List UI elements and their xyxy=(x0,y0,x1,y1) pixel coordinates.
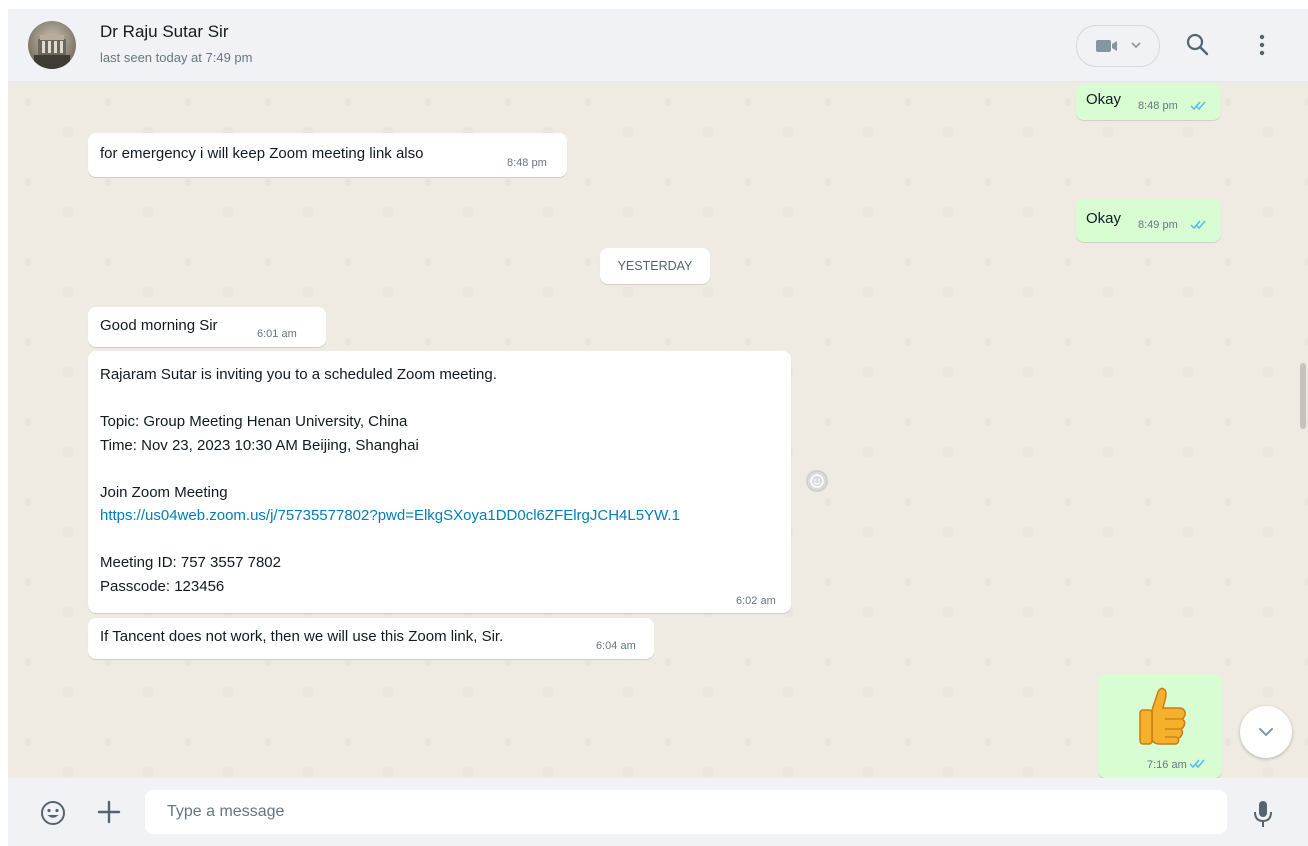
message-outgoing[interactable]: Okay 8:49 pm xyxy=(1076,199,1221,242)
video-call-button[interactable] xyxy=(1076,25,1160,67)
message-line: Join Zoom Meeting xyxy=(100,483,228,501)
scroll-to-bottom-button[interactable] xyxy=(1240,706,1292,758)
message-incoming[interactable]: Good morning Sir 6:01 am xyxy=(88,307,326,347)
menu-icon[interactable] xyxy=(1250,31,1274,59)
chevron-down-icon xyxy=(1259,728,1273,737)
message-text: Good morning Sir xyxy=(100,317,218,334)
message-line: Passcode: 123456 xyxy=(100,577,225,595)
search-icon[interactable] xyxy=(1184,31,1212,59)
message-time: 6:02 am xyxy=(736,595,776,607)
emoji-icon[interactable] xyxy=(39,799,67,827)
message-incoming[interactable]: for emergency i will keep Zoom meeting l… xyxy=(88,133,567,177)
whatsapp-chat-window: Dr Raju Sutar Sir last seen today at 7:4… xyxy=(8,9,1308,846)
message-time: 8:48 pm xyxy=(1138,100,1178,112)
message-incoming[interactable]: If Tancent does not work, then we will u… xyxy=(88,618,654,659)
message-text: for emergency i will keep Zoom meeting l… xyxy=(100,145,424,162)
last-seen-status: last seen today at 7:49 pm xyxy=(100,50,253,65)
read-ticks-icon xyxy=(1190,220,1206,230)
thumbs-up-emoji xyxy=(1139,687,1186,745)
message-body: Rajaram Sutar is inviting you to a sched… xyxy=(100,363,680,598)
message-time: 6:01 am xyxy=(257,328,297,340)
avatar[interactable] xyxy=(28,21,76,69)
message-line xyxy=(100,387,680,411)
plus-icon[interactable] xyxy=(96,799,122,825)
contact-name[interactable]: Dr Raju Sutar Sir xyxy=(100,22,228,42)
message-line: Meeting ID: 757 3557 7802 xyxy=(100,554,281,571)
scrollbar-thumb[interactable] xyxy=(1300,363,1306,429)
date-divider: YESTERDAY xyxy=(600,248,710,284)
message-line: Time: Nov 23, 2023 10:30 AM Beijing, Sha… xyxy=(100,436,419,454)
message-composer xyxy=(8,778,1308,846)
message-line: Topic: Group Meeting Henan University, C… xyxy=(100,413,408,430)
message-time: 7:16 am xyxy=(1147,759,1187,771)
message-outgoing-sticker[interactable]: 7:16 am xyxy=(1098,674,1222,778)
message-incoming-zoom-invite[interactable]: Rajaram Sutar is inviting you to a sched… xyxy=(88,351,791,613)
message-time: 8:49 pm xyxy=(1138,219,1178,231)
reaction-button[interactable] xyxy=(806,470,828,492)
message-text: Okay xyxy=(1086,210,1122,227)
read-ticks-icon xyxy=(1190,101,1206,111)
chat-header: Dr Raju Sutar Sir last seen today at 7:4… xyxy=(8,9,1308,82)
message-text: If Tancent does not work, then we will u… xyxy=(100,628,504,645)
read-ticks-icon xyxy=(1189,759,1205,769)
message-line: Rajaram Sutar is inviting you to a sched… xyxy=(100,366,497,383)
message-outgoing[interactable]: Okay 8:48 pm xyxy=(1076,84,1221,120)
avatar-image xyxy=(34,35,70,69)
reaction-icon xyxy=(810,474,824,488)
mic-icon[interactable] xyxy=(1253,800,1273,828)
message-text: Okay xyxy=(1086,91,1122,108)
video-call-icon xyxy=(1096,40,1117,52)
message-time: 6:04 am xyxy=(596,640,636,652)
zoom-meeting-link[interactable]: https://us04web.zoom.us/j/75735577802?pw… xyxy=(100,504,680,528)
message-list[interactable]: Okay 8:48 pm for emergency i will keep Z… xyxy=(8,82,1308,778)
message-input[interactable] xyxy=(145,790,1227,834)
message-line xyxy=(100,457,680,481)
message-time: 8:48 pm xyxy=(507,157,547,169)
message-line xyxy=(100,528,680,552)
chevron-down-icon xyxy=(1131,42,1141,49)
